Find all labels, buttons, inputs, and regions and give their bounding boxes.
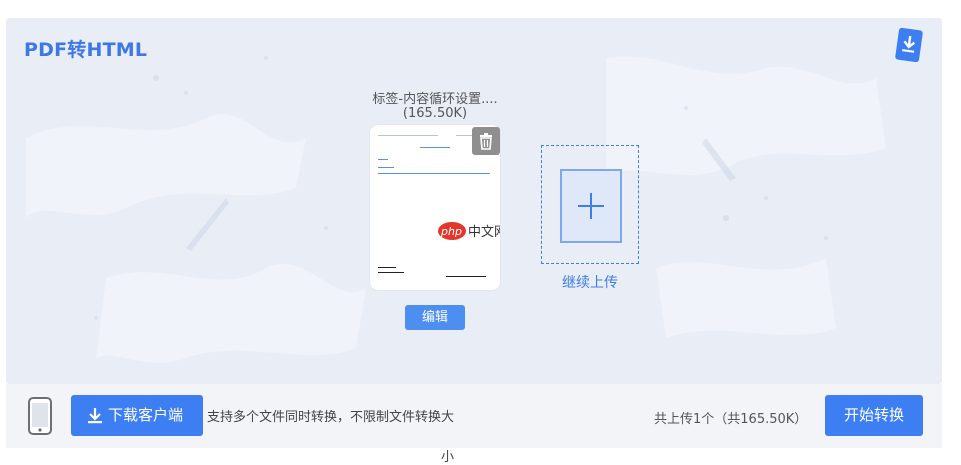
support-text: 支持多个文件同时转换，不限制文件转换大 (207, 410, 455, 425)
download-arrow-icon (88, 408, 102, 424)
trash-icon (480, 133, 492, 150)
file-size: (165.50K) (402, 106, 468, 121)
upload-add-box[interactable] (560, 169, 622, 243)
continue-upload-label[interactable]: 继续上传 (541, 272, 639, 292)
mobile-phone-icon[interactable] (28, 397, 52, 435)
svg-text:php: php (440, 225, 462, 238)
download-app-icon[interactable] (894, 28, 924, 62)
watermark-logo: php 中文网 (438, 221, 500, 241)
page-title: PDF转HTML (24, 39, 148, 61)
download-client-button[interactable]: 下载客户端 (71, 395, 203, 436)
converter-panel: PDF转HTML 标签-内容循环设置.... (165.50K) php 中文网 (6, 18, 942, 384)
continue-upload-dropzone[interactable] (541, 145, 639, 264)
support-text-overflow: 小 (441, 450, 455, 465)
download-client-label: 下载客户端 (108, 406, 184, 424)
svg-text:中文网: 中文网 (468, 225, 500, 240)
delete-file-button[interactable] (472, 127, 500, 155)
plus-icon (578, 193, 604, 219)
php-logo-icon: php 中文网 (438, 222, 500, 240)
upload-count: 共上传1个（共165.50K） (654, 412, 808, 427)
bottom-toolbar: 下载客户端 支持多个文件同时转换，不限制文件转换大 共上传1个（共165.50K… (6, 384, 942, 448)
edit-button[interactable]: 编辑 (405, 305, 465, 330)
start-convert-button[interactable]: 开始转换 (825, 395, 923, 436)
file-name: 标签-内容循环设置.... (372, 92, 498, 107)
